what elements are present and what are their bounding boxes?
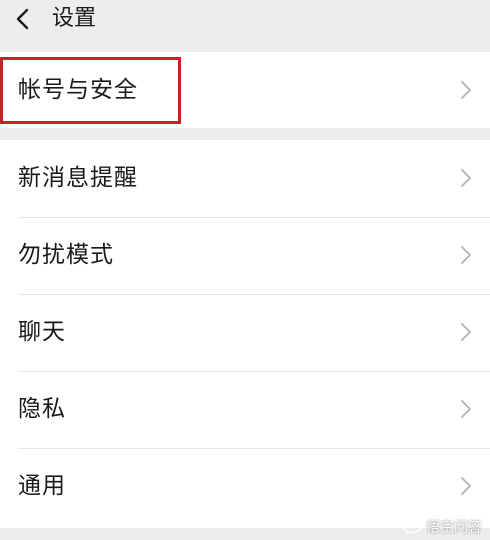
chevron-right-icon bbox=[460, 322, 472, 342]
general-settings-group: 新消息提醒 勿扰模式 聊天 隐私 通用 bbox=[0, 140, 490, 528]
chevron-right-icon bbox=[460, 80, 472, 100]
settings-item-label: 帐号与安全 bbox=[18, 77, 138, 103]
watermark: 悟空问答 bbox=[402, 519, 482, 537]
watermark-text: 悟空问答 bbox=[426, 520, 482, 536]
settings-item-label: 通用 bbox=[18, 473, 66, 499]
settings-item-account-security[interactable]: 帐号与安全 bbox=[0, 52, 490, 128]
settings-item-label: 聊天 bbox=[18, 319, 66, 345]
back-button[interactable] bbox=[10, 6, 40, 34]
chevron-right-icon bbox=[460, 399, 472, 419]
account-settings-group: 帐号与安全 bbox=[0, 52, 490, 128]
speech-bubble-logo-icon bbox=[402, 520, 422, 536]
chevron-left-icon bbox=[10, 6, 40, 34]
chevron-right-icon bbox=[460, 476, 472, 496]
page-title: 设置 bbox=[52, 6, 97, 31]
chevron-right-icon bbox=[460, 168, 472, 188]
settings-item-label: 隐私 bbox=[18, 396, 66, 422]
settings-item-privacy[interactable]: 隐私 bbox=[0, 371, 490, 448]
settings-item-do-not-disturb[interactable]: 勿扰模式 bbox=[0, 217, 490, 294]
settings-item-new-message-alerts[interactable]: 新消息提醒 bbox=[0, 140, 490, 217]
settings-screen: 设置 帐号与安全 新消息提醒 勿扰模式 聊天 隐私 通用 悟空问答 bbox=[0, 0, 490, 540]
settings-item-label: 新消息提醒 bbox=[18, 165, 138, 191]
settings-item-label: 勿扰模式 bbox=[18, 242, 114, 268]
settings-item-chat[interactable]: 聊天 bbox=[0, 294, 490, 371]
nav-bar: 设置 bbox=[0, 0, 490, 46]
chevron-right-icon bbox=[460, 245, 472, 265]
settings-item-general[interactable]: 通用 bbox=[0, 448, 490, 525]
